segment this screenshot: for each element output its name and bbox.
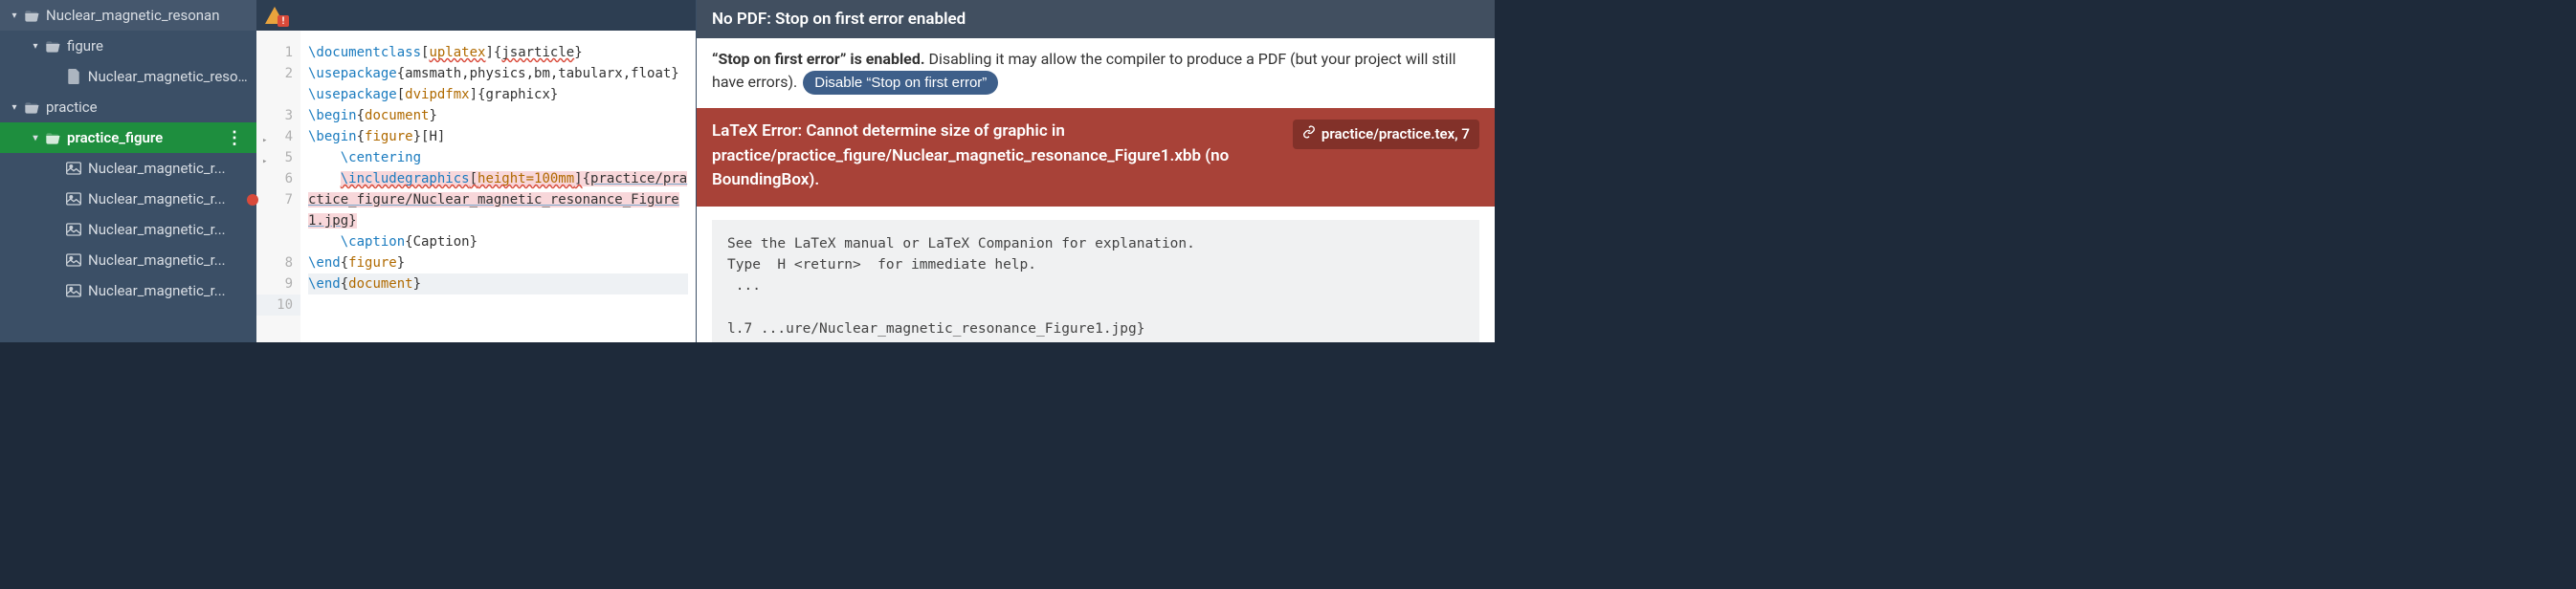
error-link-text: practice/practice.tex, 7 [1321,123,1470,145]
tree-item-label: practice [46,98,98,116]
chevron-down-icon: ▾ [8,102,21,113]
file-item[interactable]: Nuclear_magnetic_r... [0,184,256,214]
line-gutter: 1234▸5▸678910 [256,31,300,342]
gutter-line: 10 [256,294,300,316]
code-line[interactable]: \end{document} [308,273,688,294]
terminal-output: See the LaTeX manual or LaTeX Companion … [712,220,1479,343]
code-line[interactable]: \begin{document} [308,105,688,126]
folder-item[interactable]: ▾ practice [0,92,256,122]
code-area[interactable]: \documentclass[uplatex]{jsarticle}\usepa… [300,31,696,342]
code-line[interactable]: \documentclass[uplatex]{jsarticle} [308,42,688,63]
file-icon [65,69,82,84]
code-line[interactable]: \usepackage{amsmath,physics,bm,tabularx,… [308,63,688,84]
panel-title: No PDF: Stop on first error enabled [697,0,1495,38]
gutter-line: 1 [256,42,300,63]
item-menu-button[interactable]: ⋮ [220,128,249,148]
gutter-line: 9 [256,273,300,294]
file-item[interactable]: Nuclear_magnetic_r... [0,153,256,184]
warning-icon[interactable]: ! [264,6,285,25]
error-source-link[interactable]: practice/practice.tex, 7 [1293,120,1479,149]
compile-output-panel: No PDF: Stop on first error enabled “Sto… [697,0,1495,342]
code-editor: ! 1234▸5▸678910 \documentclass[uplatex]{… [256,0,697,342]
image-icon [65,223,82,236]
folder-item[interactable]: ▾ practice_figure ⋮ [0,122,256,153]
tree-item-label: practice_figure [67,129,163,146]
file-item[interactable]: Nuclear_magnetic_r... [0,214,256,245]
image-icon [65,284,82,297]
folder-open-icon [44,131,61,144]
gutter-line: 3 [256,105,300,126]
image-icon [65,162,82,175]
code-line[interactable]: \caption{Caption} [308,231,688,252]
link-icon [1302,123,1316,145]
file-item[interactable]: Nuclear_magnetic_r... [0,245,256,275]
error-message: LaTeX Error: Cannot determine size of gr… [712,120,1281,193]
gutter-line: 7 [256,189,300,252]
tree-item-label: Nuclear_magnetic_r... [88,190,226,207]
chevron-down-icon: ▾ [29,41,42,52]
code-line[interactable]: \end{figure} [308,252,688,273]
chevron-down-icon: ▾ [29,133,42,143]
code-line[interactable]: \usepackage[dvipdfmx]{graphicx} [308,84,688,105]
gutter-line: 2 [256,63,300,105]
chevron-down-icon: ▾ [8,11,21,21]
gutter-line: 6 [256,168,300,189]
folder-open-icon [44,39,61,53]
folder-item[interactable]: ▾ figure [0,31,256,61]
image-icon [65,253,82,267]
folder-open-icon [23,100,40,114]
folder-item[interactable]: ▾ Nuclear_magnetic_resonan [0,0,256,31]
stop-on-error-info: “Stop on first error” is enabled. Disabl… [697,38,1495,108]
file-tree: ▾ Nuclear_magnetic_resonan ▾ figure Nuclear_… [0,0,256,342]
gutter-line: 8 [256,252,300,273]
tree-item-label: Nuclear_magnetic_r... [88,160,226,177]
tree-item-label: Nuclear_magnetic_r... [88,251,226,269]
disable-stop-on-error-button[interactable]: Disable “Stop on first error” [803,71,998,95]
error-marker-icon[interactable] [247,194,258,206]
info-bold: “Stop on first error” is enabled. [712,50,924,68]
tree-item-label: Nuclear_magnetic_r... [88,221,226,238]
code-line[interactable]: \begin{figure}[H] [308,126,688,147]
file-item[interactable]: Nuclear_magnetic_reso... [0,61,256,92]
tree-item-label: Nuclear_magnetic_reso... [88,68,249,85]
gutter-line: 5▸ [256,147,300,168]
editor-toolbar: ! [256,0,696,31]
latex-error-banner: LaTeX Error: Cannot determine size of gr… [697,108,1495,207]
code-line[interactable]: \centering [308,147,688,168]
tree-item-label: figure [67,37,103,55]
tree-item-label: Nuclear_magnetic_r... [88,282,226,299]
gutter-line: 4▸ [256,126,300,147]
folder-open-icon [23,9,40,22]
code-line[interactable]: \includegraphics[height=100mm]{practice/… [308,168,688,231]
svg-text:!: ! [282,16,285,27]
tree-item-label: Nuclear_magnetic_resonan [46,7,220,24]
image-icon [65,192,82,206]
file-item[interactable]: Nuclear_magnetic_r... [0,275,256,306]
